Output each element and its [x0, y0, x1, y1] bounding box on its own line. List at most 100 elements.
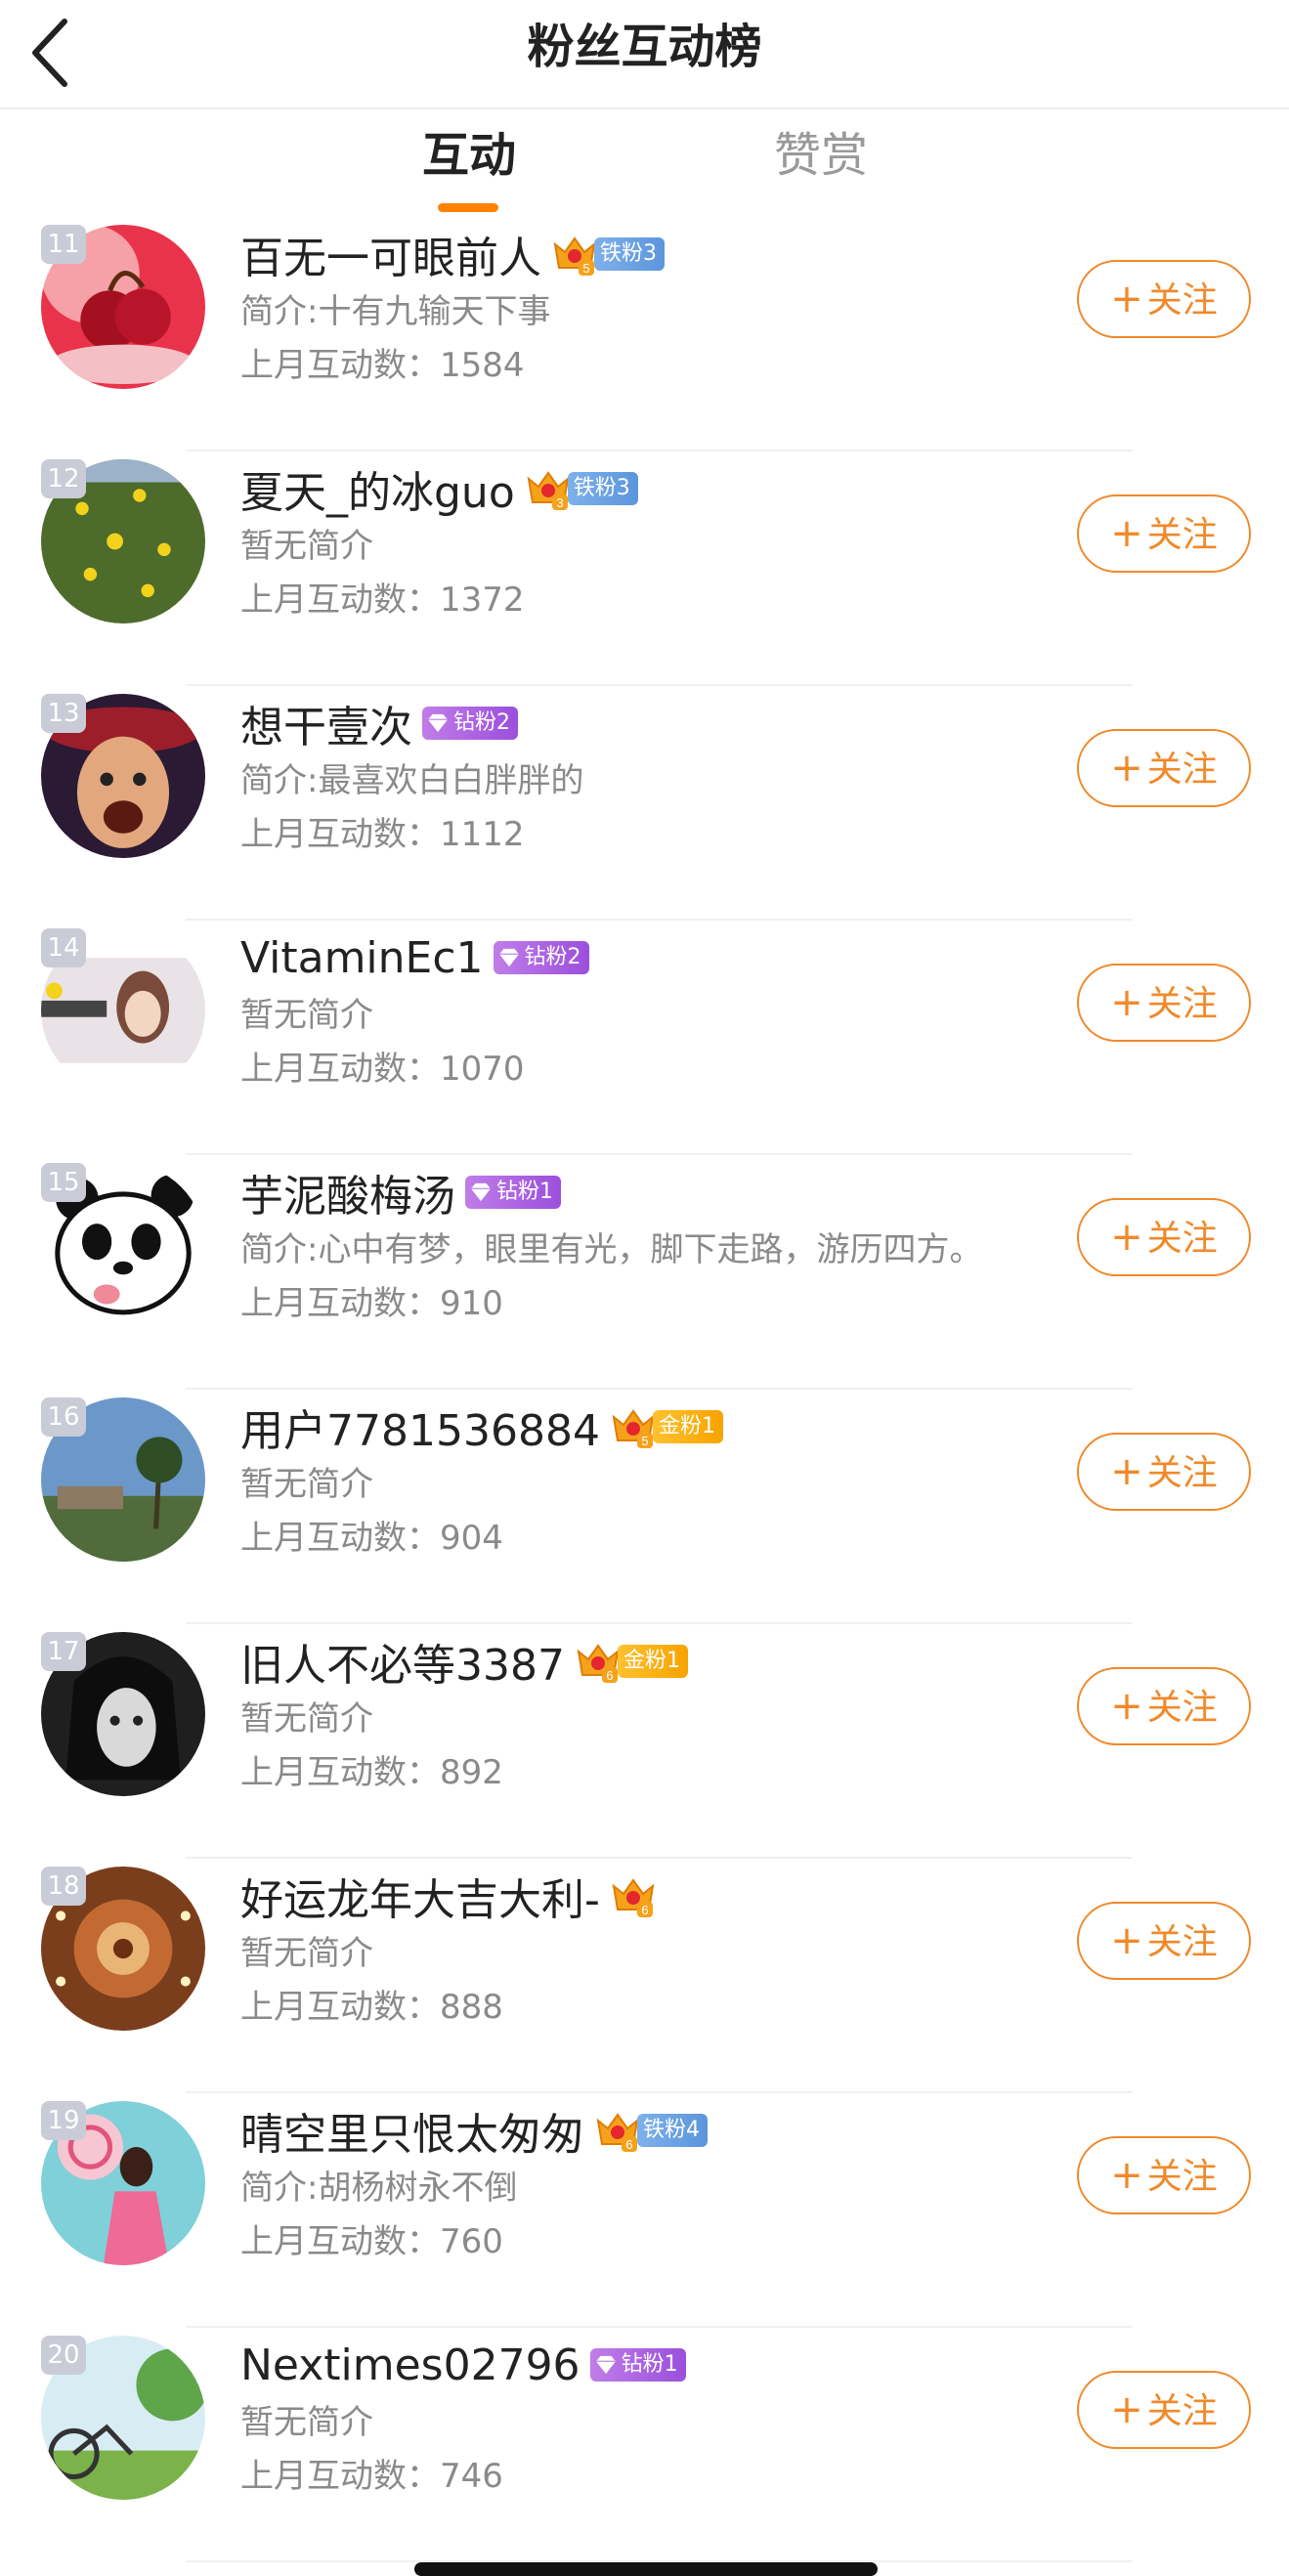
- list-item[interactable]: 16 用户7781536884 5 金粉1 暂无简介 上月互动数：904 + 关注: [0, 1390, 1289, 1624]
- svg-text:5: 5: [641, 1434, 648, 1448]
- active-tab-indicator: [438, 203, 498, 212]
- username[interactable]: 用户7781536884: [240, 1395, 600, 1458]
- tab-interaction[interactable]: 互动: [422, 121, 516, 190]
- follow-label: 关注: [1146, 984, 1218, 1024]
- user-intro: 简介:十有九输天下事: [240, 292, 551, 331]
- fan-badge: 铁粉4: [637, 2114, 708, 2147]
- follow-button[interactable]: + 关注: [1077, 729, 1251, 807]
- user-intro: 简介:最喜欢白白胖胖的: [240, 761, 584, 800]
- monthly-interaction-count: 上月互动数：892: [240, 1753, 503, 1792]
- plus-icon: +: [1110, 1918, 1143, 1963]
- fan-badge: 金粉1: [617, 1645, 688, 1678]
- follow-label: 关注: [1146, 280, 1218, 321]
- list-item[interactable]: 14 VitaminEc1 钻粉2 暂无简介上月互动数：1070 + 关注: [0, 921, 1289, 1155]
- crown-icon: 5: [612, 1409, 655, 1448]
- svg-text:6: 6: [606, 1668, 613, 1683]
- monthly-interaction-count: 上月互动数：760: [240, 2222, 503, 2261]
- user-intro: 暂无简介: [240, 2403, 373, 2442]
- name-line: 想干壹次 钻粉2: [240, 692, 518, 754]
- crown-icon: 5: [553, 236, 596, 276]
- username[interactable]: 芋泥酸梅汤: [240, 1161, 455, 1224]
- rank-badge: 13: [41, 694, 86, 733]
- crown-icon: 6: [596, 2113, 639, 2152]
- diamond-icon: [595, 2355, 616, 2375]
- username[interactable]: 好运龙年大吉大利-: [240, 1865, 600, 1927]
- username[interactable]: 夏天_的冰guo: [240, 457, 515, 520]
- follow-label: 关注: [1146, 1922, 1218, 1962]
- follow-label: 关注: [1146, 2391, 1218, 2431]
- name-line: 旧人不必等3387 6 金粉1: [240, 1630, 688, 1693]
- plus-icon: +: [1110, 2387, 1143, 2432]
- list-item[interactable]: 20 Nextimes02796 钻粉1 暂无简介上月互动数：746 + 关注: [0, 2328, 1289, 2562]
- follow-label: 关注: [1146, 1688, 1218, 1728]
- list-item[interactable]: 13 想干壹次 钻粉2 简介:最喜欢白白胖胖的 上月互动数：1112 + 关注: [0, 686, 1289, 921]
- list-item[interactable]: 15 芋泥酸梅汤 钻粉1 简介:心中有梦，眼里有光，脚下走路，游历四方。 上月互动数：9…: [0, 1155, 1289, 1390]
- tab-bar: 互动 赞赏: [0, 109, 1289, 217]
- follow-button[interactable]: + 关注: [1077, 1902, 1251, 1980]
- username[interactable]: VitaminEc1: [240, 933, 484, 983]
- monthly-interaction-count: 上月互动数：888: [240, 1988, 503, 2027]
- monthly-interaction-count: 上月互动数：1070: [240, 1050, 525, 1089]
- follow-button[interactable]: + 关注: [1077, 1198, 1251, 1276]
- rank-badge: 15: [41, 1163, 86, 1202]
- follow-label: 关注: [1146, 515, 1218, 555]
- username[interactable]: 想干壹次: [240, 692, 412, 754]
- svg-text:6: 6: [641, 1903, 648, 1917]
- fan-badge-label: 钻粉2: [453, 710, 510, 735]
- username[interactable]: 百无一可眼前人: [240, 223, 541, 285]
- follow-button[interactable]: + 关注: [1077, 964, 1251, 1042]
- user-intro: 暂无简介: [240, 996, 373, 1035]
- monthly-interaction-count: 上月互动数：1584: [240, 346, 525, 385]
- fan-badge: 钻粉1: [465, 1176, 561, 1209]
- follow-button[interactable]: + 关注: [1077, 2136, 1251, 2214]
- list-item[interactable]: 19 晴空里只恨太匆匆 6 铁粉4 简介:胡杨树永不倒 上月互动数：760 + 关注: [0, 2093, 1289, 2328]
- svg-text:5: 5: [582, 261, 589, 276]
- user-intro: 暂无简介: [240, 527, 373, 566]
- fan-badge: 钻粉2: [493, 941, 589, 974]
- fan-ranking-list: 11 百无一可眼前人 5 铁粉3 简介:十有九输天下事 上月互动数：1584 + 关注 12 夏天…: [0, 217, 1289, 2562]
- user-intro: 暂无简介: [240, 1699, 373, 1739]
- username[interactable]: Nextimes02796: [240, 2340, 580, 2390]
- fan-badge-label: 铁粉3: [600, 241, 657, 266]
- name-line: 用户7781536884 5 金粉1: [240, 1395, 723, 1458]
- follow-button[interactable]: + 关注: [1077, 2371, 1251, 2449]
- nav-bar: 粉丝互动榜: [0, 0, 1289, 109]
- fan-badge-label: 铁粉3: [573, 476, 630, 500]
- svg-text:3: 3: [556, 495, 563, 510]
- plus-icon: +: [1110, 2153, 1143, 2198]
- crown-icon: 6: [577, 1644, 620, 1683]
- monthly-interaction-count: 上月互动数：904: [240, 1519, 503, 1558]
- follow-label: 关注: [1146, 1453, 1218, 1493]
- rank-badge: 18: [41, 1867, 86, 1906]
- rank-badge: 19: [41, 2101, 86, 2140]
- name-line: 好运龙年大吉大利- 6: [240, 1865, 657, 1927]
- list-item[interactable]: 11 百无一可眼前人 5 铁粉3 简介:十有九输天下事 上月互动数：1584 + 关注: [0, 217, 1289, 451]
- follow-button[interactable]: + 关注: [1077, 1433, 1251, 1511]
- monthly-interaction-count: 上月互动数：746: [240, 2457, 503, 2496]
- username[interactable]: 晴空里只恨太匆匆: [240, 2099, 584, 2162]
- username[interactable]: 旧人不必等3387: [240, 1630, 565, 1693]
- list-item[interactable]: 12 夏天_的冰guo 3 铁粉3 暂无简介 上月互动数：1372 + 关注: [0, 451, 1289, 686]
- fan-badge-label: 钻粉1: [496, 1180, 553, 1204]
- name-line: Nextimes02796 钻粉1: [240, 2334, 686, 2396]
- rank-badge: 14: [41, 928, 86, 967]
- monthly-interaction-count: 上月互动数：1372: [240, 580, 525, 620]
- crown-icon: 6: [612, 1878, 655, 1917]
- rank-badge: 16: [41, 1397, 86, 1437]
- fan-badge-label: 铁粉4: [643, 2118, 700, 2142]
- plus-icon: +: [1110, 980, 1143, 1025]
- fan-badge-label: 金粉1: [623, 1649, 680, 1673]
- fan-badge: 铁粉3: [567, 472, 638, 505]
- follow-button[interactable]: + 关注: [1077, 260, 1251, 338]
- name-line: 晴空里只恨太匆匆 6 铁粉4: [240, 2099, 708, 2162]
- list-item[interactable]: 18 好运龙年大吉大利- 6 暂无简介 上月互动数：888 + 关注: [0, 1859, 1289, 2093]
- fan-badge: 铁粉3: [594, 237, 665, 271]
- user-intro: 暂无简介: [240, 1465, 373, 1504]
- user-intro: 简介:心中有梦，眼里有光，脚下走路，游历四方。: [240, 1230, 983, 1269]
- follow-button[interactable]: + 关注: [1077, 1667, 1251, 1745]
- rank-badge: 11: [41, 225, 86, 264]
- follow-button[interactable]: + 关注: [1077, 494, 1251, 573]
- tab-reward[interactable]: 赞赏: [774, 121, 868, 190]
- list-item[interactable]: 17 旧人不必等3387 6 金粉1 暂无简介 上月互动数：892 + 关注: [0, 1624, 1289, 1859]
- rank-badge: 20: [41, 2336, 86, 2375]
